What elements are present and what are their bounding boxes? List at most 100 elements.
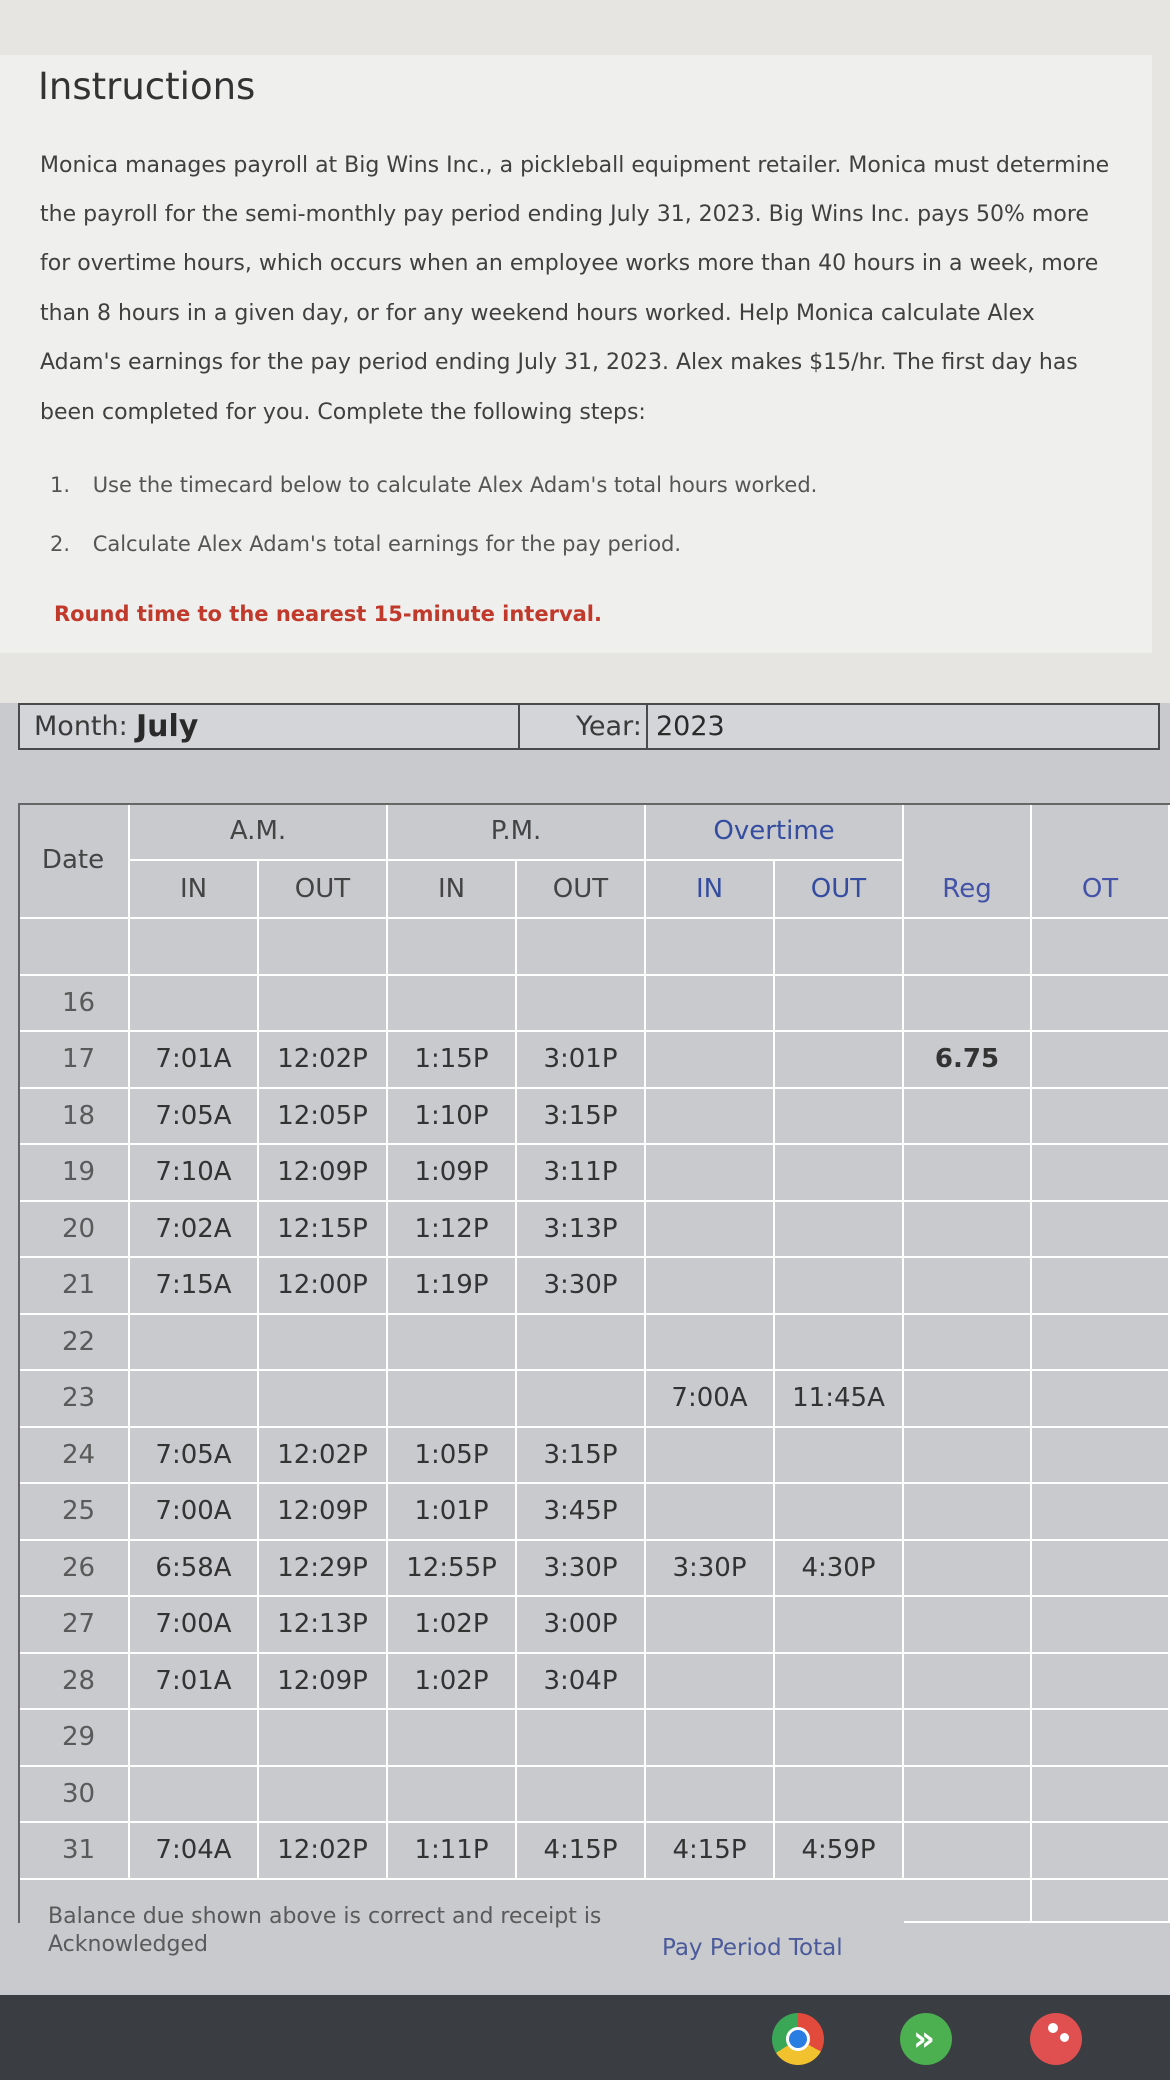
ot-out-header: OUT (775, 861, 904, 919)
ot-total-cell[interactable] (1032, 1869, 1170, 1923)
ot-cell[interactable] (1032, 1088, 1170, 1145)
am-in-cell (130, 1766, 259, 1823)
year-value: 2023 (656, 711, 725, 742)
ot-out-cell (775, 1766, 904, 1823)
instructions-line: been completed for you. Complete the fol… (40, 400, 646, 425)
instructions-line: Monica manages payroll at Big Wins Inc.,… (40, 153, 1110, 178)
ot-header: OT (1032, 861, 1170, 919)
paint-palette-icon[interactable] (1030, 2013, 1082, 2065)
reg-cell[interactable] (904, 1201, 1032, 1258)
ot-in-cell (646, 1088, 775, 1145)
pm-in-cell (388, 1371, 517, 1428)
pm-out-cell: 3:30P (517, 1258, 646, 1315)
am-in-header: IN (130, 861, 259, 919)
ot-in-cell (646, 1314, 775, 1371)
ot-out-cell (775, 1145, 904, 1202)
am-out-cell (259, 1766, 388, 1823)
pm-out-cell: 3:30P (517, 1540, 646, 1597)
reg-cell[interactable]: 6.75 (904, 1032, 1032, 1089)
ot-cell[interactable] (1032, 1145, 1170, 1202)
am-out-cell: 12:09P (259, 1484, 388, 1541)
date-cell: 21 (18, 1258, 130, 1315)
overtime-header: Overtime (646, 803, 904, 861)
ot-cell[interactable] (1032, 1032, 1170, 1089)
ot-out-cell (775, 1653, 904, 1710)
ot-cell[interactable] (1032, 1427, 1170, 1484)
palette-dot (1060, 2033, 1069, 2042)
reg-cell[interactable] (904, 1427, 1032, 1484)
pm-in-cell (388, 919, 517, 976)
ot-cell[interactable] (1032, 1258, 1170, 1315)
am-out-cell: 12:02P (259, 1032, 388, 1089)
pm-in-cell: 1:02P (388, 1653, 517, 1710)
ot-in-cell (646, 1201, 775, 1258)
reg-cell[interactable] (904, 975, 1032, 1032)
ot-out-cell: 4:59P (775, 1823, 904, 1880)
acknowledgement-line: Acknowledged (48, 1932, 208, 1957)
ot-in-cell (646, 975, 775, 1032)
date-cell: 28 (18, 1653, 130, 1710)
reg-cell[interactable] (904, 1145, 1032, 1202)
ot-cell[interactable] (1032, 1484, 1170, 1541)
date-cell: 30 (18, 1766, 130, 1823)
instructions-line: Adam's earnings for the pay period endin… (40, 350, 1078, 375)
am-in-cell: 7:05A (130, 1427, 259, 1484)
date-cell: 22 (18, 1314, 130, 1371)
reg-cell[interactable] (904, 1597, 1032, 1654)
pm-out-cell (517, 1314, 646, 1371)
chrome-icon[interactable] (772, 2013, 824, 2065)
step-text: Calculate Alex Adam's total earnings for… (92, 532, 682, 556)
month-value: July (136, 709, 199, 744)
am-out-cell (259, 919, 388, 976)
reg-cell[interactable] (904, 1540, 1032, 1597)
pm-in-cell (388, 1314, 517, 1371)
ot-out-cell (775, 1201, 904, 1258)
ot-cell[interactable] (1032, 975, 1170, 1032)
am-out-cell: 12:29P (259, 1540, 388, 1597)
reg-cell[interactable] (904, 1766, 1032, 1823)
am-in-cell: 7:00A (130, 1484, 259, 1541)
ot-in-cell (646, 1710, 775, 1767)
reg-cell[interactable] (904, 1258, 1032, 1315)
ot-cell[interactable] (1032, 1766, 1170, 1823)
pm-in-cell: 1:09P (388, 1145, 517, 1202)
ot-cell[interactable] (1032, 1540, 1170, 1597)
ot-cell[interactable] (1032, 1371, 1170, 1428)
ot-out-cell (775, 919, 904, 976)
pm-in-cell: 1:12P (388, 1201, 517, 1258)
reg-cell[interactable] (904, 1710, 1032, 1767)
ot-cell[interactable] (1032, 1710, 1170, 1767)
reg-cell[interactable] (904, 1484, 1032, 1541)
ot-cell[interactable] (1032, 1314, 1170, 1371)
pm-in-cell: 1:11P (388, 1823, 517, 1880)
reg-cell[interactable] (904, 1371, 1032, 1428)
am-out-header: OUT (259, 861, 388, 919)
am-in-cell (130, 1314, 259, 1371)
reg-cell[interactable] (904, 1314, 1032, 1371)
instructions-title: Instructions (38, 65, 256, 108)
am-in-cell: 7:15A (130, 1258, 259, 1315)
ot-cell[interactable] (1032, 1597, 1170, 1654)
reg-cell[interactable] (904, 1653, 1032, 1710)
am-out-cell (259, 1710, 388, 1767)
reg-total-cell[interactable] (904, 1869, 1032, 1923)
am-out-cell: 12:02P (259, 1427, 388, 1484)
am-in-cell (130, 919, 259, 976)
ot-in-cell (646, 919, 775, 976)
ot-out-cell: 4:30P (775, 1540, 904, 1597)
ot-cell[interactable] (1032, 1201, 1170, 1258)
am-out-cell: 12:13P (259, 1597, 388, 1654)
arrow-app-icon[interactable]: » (900, 2013, 952, 2065)
pm-out-cell (517, 1371, 646, 1428)
pm-out-cell: 3:04P (517, 1653, 646, 1710)
ot-cell[interactable] (1032, 919, 1170, 976)
year-label: Year: (576, 711, 642, 742)
acknowledgement-note: Balance due shown above is correct and r… (48, 1903, 601, 1959)
am-in-cell: 6:58A (130, 1540, 259, 1597)
am-out-cell: 12:15P (259, 1201, 388, 1258)
ot-cell[interactable] (1032, 1653, 1170, 1710)
reg-cell[interactable] (904, 1088, 1032, 1145)
reg-cell[interactable] (904, 919, 1032, 976)
pm-out-cell: 3:15P (517, 1088, 646, 1145)
date-cell: 24 (18, 1427, 130, 1484)
